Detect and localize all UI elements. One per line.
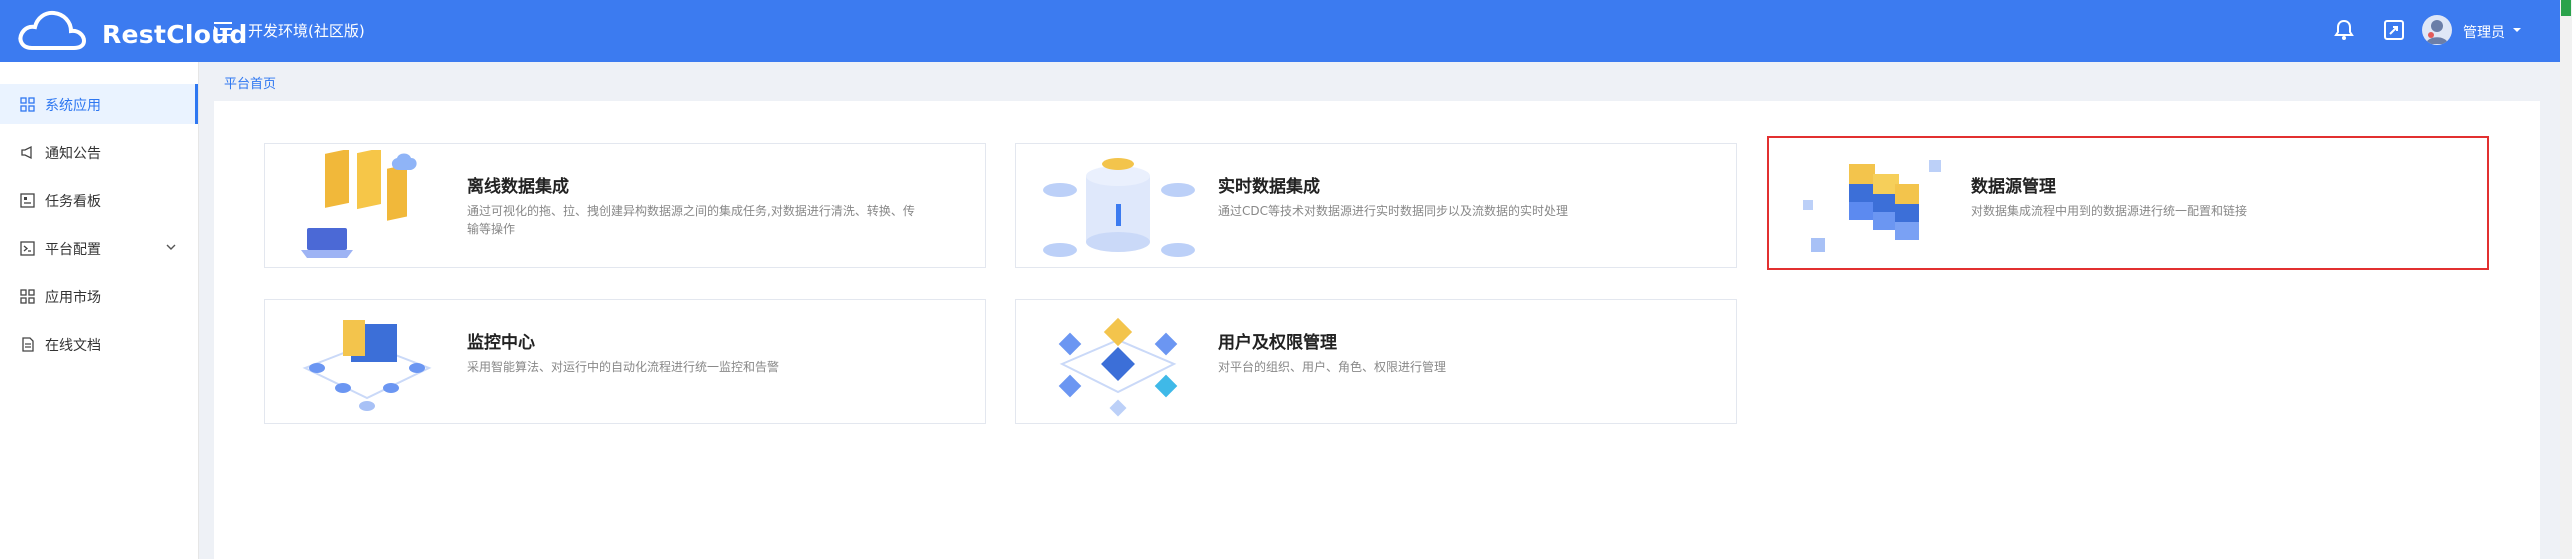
card-description: 通过可视化的拖、拉、拽创建异构数据源之间的集成任务,对数据进行清洗、转换、传输等… — [467, 204, 915, 236]
card-realtime-integration[interactable]: 实时数据集成 通过CDC等技术对数据源进行实时数据同步以及流数据的实时处理 — [1015, 143, 1737, 268]
card-title: 监控中心 — [467, 333, 535, 353]
sidebar-item-app-market[interactable]: 应用市场 — [0, 276, 198, 316]
sidebar-item-online-docs[interactable]: 在线文档 — [0, 324, 198, 364]
scrollbar-thumb[interactable] — [2561, 0, 2571, 16]
menu-toggle-icon[interactable] — [212, 18, 234, 40]
sidebar-item-label: 系统应用 — [45, 98, 101, 114]
sidebar-item-label: 通知公告 — [45, 146, 101, 162]
document-icon — [22, 337, 34, 352]
card-title: 用户及权限管理 — [1218, 333, 1337, 353]
caret-down-icon[interactable] — [2512, 26, 2522, 34]
card-title: 实时数据集成 — [1218, 177, 1320, 197]
breadcrumb[interactable]: 平台首页 — [224, 73, 276, 92]
card-description: 采用智能算法、对运行中的自动化流程进行统一监控和告警 — [467, 360, 780, 374]
sidebar-item-label: 应用市场 — [45, 290, 101, 306]
megaphone-icon — [21, 145, 32, 160]
sidebar: 系统应用 通知公告 任务看板 平台配置 应用市场 在线文档 — [0, 62, 199, 559]
sidebar-item-label: 在线文档 — [45, 338, 101, 354]
user-avatar[interactable] — [2422, 15, 2452, 45]
restcloud-logo[interactable]: RestCloud — [16, 8, 247, 54]
chevron-down-icon — [166, 244, 176, 250]
database-hub-illustration-icon — [1043, 158, 1195, 257]
card-datasource-management[interactable]: 数据源管理 对数据集成流程中用到的数据源进行统一配置和链接 — [1767, 136, 2489, 270]
apps-icon — [20, 289, 35, 304]
sidebar-item-label: 任务看板 — [45, 194, 101, 210]
sidebar-item-system-apps[interactable]: 系统应用 — [0, 84, 198, 124]
card-offline-integration[interactable]: 离线数据集成 通过可视化的拖、拉、拽创建异构数据源之间的集成任务,对数据进行清洗… — [264, 143, 986, 268]
sidebar-item-label: 平台配置 — [45, 242, 101, 258]
environment-label: 开发环境(社区版) — [248, 22, 365, 40]
card-description: 对数据集成流程中用到的数据源进行统一配置和链接 — [1971, 204, 2248, 218]
sidebar-item-task-board[interactable]: 任务看板 — [0, 180, 198, 220]
top-header: RestCloud 开发环境(社区版) 管理员 — [0, 0, 2560, 62]
card-monitoring-center[interactable]: 监控中心 采用智能算法、对运行中的自动化流程进行统一监控和告警 — [264, 299, 986, 424]
card-title: 离线数据集成 — [467, 177, 569, 197]
sidebar-item-notices[interactable]: 通知公告 — [0, 132, 198, 172]
cloud-icon — [18, 10, 87, 50]
grid-icon — [20, 97, 35, 112]
sidebar-item-platform-config[interactable]: 平台配置 — [0, 228, 198, 268]
avatar-image — [2426, 20, 2448, 44]
servers-illustration-icon — [1803, 160, 1941, 252]
user-name[interactable]: 管理员 — [2463, 22, 2505, 42]
board-icon — [20, 193, 35, 208]
etl-illustration-icon — [301, 150, 417, 258]
config-icon — [20, 241, 35, 256]
network-illustration-icon — [1058, 317, 1178, 417]
monitor-illustration-icon — [302, 320, 432, 411]
card-description: 对平台的组织、用户、角色、权限进行管理 — [1218, 360, 1447, 374]
window-scrollbar[interactable] — [2560, 0, 2572, 559]
card-user-permission-management[interactable]: 用户及权限管理 对平台的组织、用户、角色、权限进行管理 — [1015, 299, 1737, 424]
bell-icon[interactable] — [2332, 18, 2356, 42]
card-description: 通过CDC等技术对数据源进行实时数据同步以及流数据的实时处理 — [1218, 204, 1569, 218]
card-title: 数据源管理 — [1971, 177, 2056, 197]
share-icon[interactable] — [2382, 18, 2406, 42]
